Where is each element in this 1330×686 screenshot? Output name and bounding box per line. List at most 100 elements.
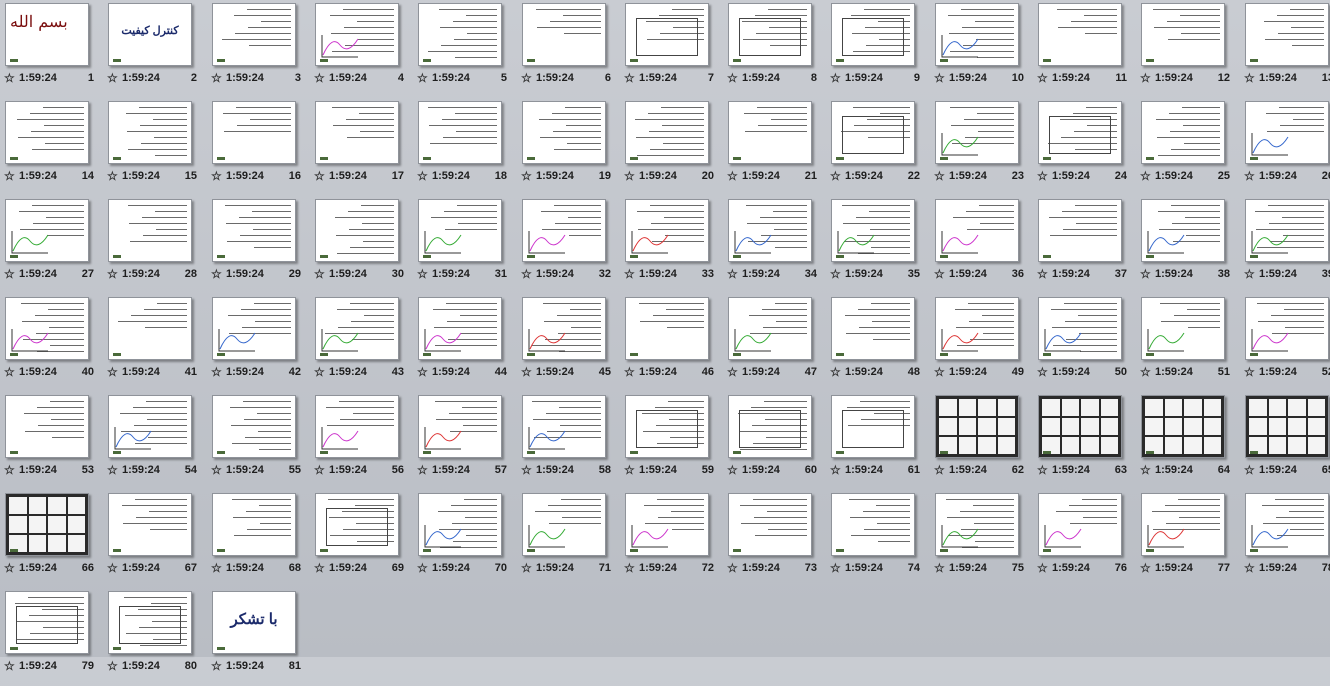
slide-preview[interactable] [1038, 297, 1122, 360]
slide-thumbnail[interactable]: ☆ 1:59:24 78 [1240, 490, 1330, 588]
slide-thumbnail[interactable]: ☆ 1:59:24 79 [0, 588, 103, 686]
star-icon[interactable]: ☆ [211, 660, 222, 673]
slide-thumbnail[interactable]: ☆ 1:59:24 31 [413, 196, 516, 294]
slide-preview[interactable] [625, 199, 709, 262]
star-icon[interactable]: ☆ [727, 72, 738, 85]
slide-thumbnail[interactable]: ☆ 1:59:24 4 [310, 0, 413, 98]
star-icon[interactable]: ☆ [107, 72, 118, 85]
slide-thumbnail[interactable]: ☆ 1:59:24 30 [310, 196, 413, 294]
star-icon[interactable]: ☆ [521, 72, 532, 85]
slide-preview[interactable] [1141, 3, 1225, 66]
star-icon[interactable]: ☆ [1037, 562, 1048, 575]
slide-thumbnail[interactable]: ☆ 1:59:24 67 [103, 490, 206, 588]
star-icon[interactable]: ☆ [1244, 268, 1255, 281]
slide-thumbnail[interactable]: ☆ 1:59:24 16 [207, 98, 310, 196]
slide-preview[interactable] [315, 101, 399, 164]
star-icon[interactable]: ☆ [727, 268, 738, 281]
slide-preview[interactable] [1141, 493, 1225, 556]
slide-thumbnail[interactable]: ☆ 1:59:24 52 [1240, 294, 1330, 392]
slide-thumbnail[interactable]: ☆ 1:59:24 80 [103, 588, 206, 686]
star-icon[interactable]: ☆ [211, 72, 222, 85]
slide-preview[interactable] [315, 3, 399, 66]
slide-preview[interactable] [625, 3, 709, 66]
star-icon[interactable]: ☆ [624, 464, 635, 477]
star-icon[interactable]: ☆ [417, 170, 428, 183]
slide-thumbnail[interactable]: ☆ 1:59:24 33 [620, 196, 723, 294]
slide-preview[interactable] [108, 395, 192, 458]
star-icon[interactable]: ☆ [314, 562, 325, 575]
star-icon[interactable]: ☆ [211, 464, 222, 477]
star-icon[interactable]: ☆ [830, 562, 841, 575]
slide-thumbnail[interactable]: ☆ 1:59:24 74 [826, 490, 929, 588]
slide-preview[interactable] [5, 395, 89, 458]
star-icon[interactable]: ☆ [314, 170, 325, 183]
slide-preview[interactable] [418, 297, 502, 360]
star-icon[interactable]: ☆ [521, 268, 532, 281]
slide-preview[interactable] [728, 395, 812, 458]
slide-thumbnail[interactable]: ☆ 1:59:24 62 [930, 392, 1033, 490]
slide-thumbnail[interactable]: ☆ 1:59:24 66 [0, 490, 103, 588]
star-icon[interactable]: ☆ [1244, 366, 1255, 379]
star-icon[interactable]: ☆ [727, 562, 738, 575]
star-icon[interactable]: ☆ [624, 366, 635, 379]
slide-preview[interactable] [108, 493, 192, 556]
star-icon[interactable]: ☆ [521, 366, 532, 379]
slide-thumbnail[interactable]: ☆ 1:59:24 60 [723, 392, 826, 490]
star-icon[interactable]: ☆ [107, 562, 118, 575]
slide-preview[interactable] [108, 297, 192, 360]
star-icon[interactable]: ☆ [4, 170, 15, 183]
slide-preview[interactable]: با تشکر [212, 591, 296, 654]
slide-preview[interactable] [935, 101, 1019, 164]
star-icon[interactable]: ☆ [934, 170, 945, 183]
slide-thumbnail[interactable]: ☆ 1:59:24 18 [413, 98, 516, 196]
slide-preview[interactable] [212, 493, 296, 556]
slide-thumbnail[interactable]: ☆ 1:59:24 10 [930, 0, 1033, 98]
slide-thumbnail[interactable]: ☆ 1:59:24 11 [1033, 0, 1136, 98]
slide-preview[interactable] [1141, 395, 1225, 458]
slide-preview[interactable] [5, 199, 89, 262]
star-icon[interactable]: ☆ [1244, 170, 1255, 183]
star-icon[interactable]: ☆ [830, 366, 841, 379]
slide-preview[interactable] [522, 395, 606, 458]
star-icon[interactable]: ☆ [4, 366, 15, 379]
slide-preview[interactable] [212, 395, 296, 458]
star-icon[interactable]: ☆ [830, 72, 841, 85]
slide-thumbnail[interactable]: ☆ 1:59:24 69 [310, 490, 413, 588]
star-icon[interactable]: ☆ [211, 366, 222, 379]
slide-preview[interactable] [728, 3, 812, 66]
slide-preview[interactable] [522, 101, 606, 164]
slide-preview[interactable] [1141, 297, 1225, 360]
slide-thumbnail[interactable]: ☆ 1:59:24 55 [207, 392, 310, 490]
star-icon[interactable]: ☆ [314, 268, 325, 281]
slide-preview[interactable] [5, 493, 89, 556]
slide-thumbnail[interactable]: ☆ 1:59:24 49 [930, 294, 1033, 392]
star-icon[interactable]: ☆ [4, 660, 15, 673]
slide-thumbnail[interactable]: ☆ 1:59:24 59 [620, 392, 723, 490]
slide-preview[interactable] [108, 101, 192, 164]
star-icon[interactable]: ☆ [314, 464, 325, 477]
slide-thumbnail[interactable]: ☆ 1:59:24 64 [1136, 392, 1239, 490]
slide-preview[interactable] [522, 493, 606, 556]
slide-preview[interactable] [108, 591, 192, 654]
slide-preview[interactable] [1245, 297, 1329, 360]
slide-thumbnail[interactable]: ☆ 1:59:24 13 [1240, 0, 1330, 98]
star-icon[interactable]: ☆ [1037, 366, 1048, 379]
star-icon[interactable]: ☆ [1140, 268, 1151, 281]
star-icon[interactable]: ☆ [1244, 562, 1255, 575]
star-icon[interactable]: ☆ [417, 464, 428, 477]
star-icon[interactable]: ☆ [4, 72, 15, 85]
star-icon[interactable]: ☆ [314, 366, 325, 379]
slide-thumbnail[interactable]: ☆ 1:59:24 17 [310, 98, 413, 196]
star-icon[interactable]: ☆ [521, 170, 532, 183]
slide-thumbnail[interactable]: ☆ 1:59:24 63 [1033, 392, 1136, 490]
slide-preview[interactable]: بسم الله [5, 3, 89, 66]
slide-thumbnail[interactable]: ☆ 1:59:24 7 [620, 0, 723, 98]
slide-preview[interactable] [831, 493, 915, 556]
slide-thumbnail[interactable]: ☆ 1:59:24 20 [620, 98, 723, 196]
slide-thumbnail[interactable]: ☆ 1:59:24 75 [930, 490, 1033, 588]
slide-thumbnail[interactable]: بسم الله ☆ 1:59:24 1 [0, 0, 103, 98]
slide-thumbnail[interactable]: ☆ 1:59:24 25 [1136, 98, 1239, 196]
slide-preview[interactable] [625, 395, 709, 458]
slide-thumbnail[interactable]: ☆ 1:59:24 14 [0, 98, 103, 196]
slide-thumbnail[interactable]: کنترل کیفیت ☆ 1:59:24 2 [103, 0, 206, 98]
